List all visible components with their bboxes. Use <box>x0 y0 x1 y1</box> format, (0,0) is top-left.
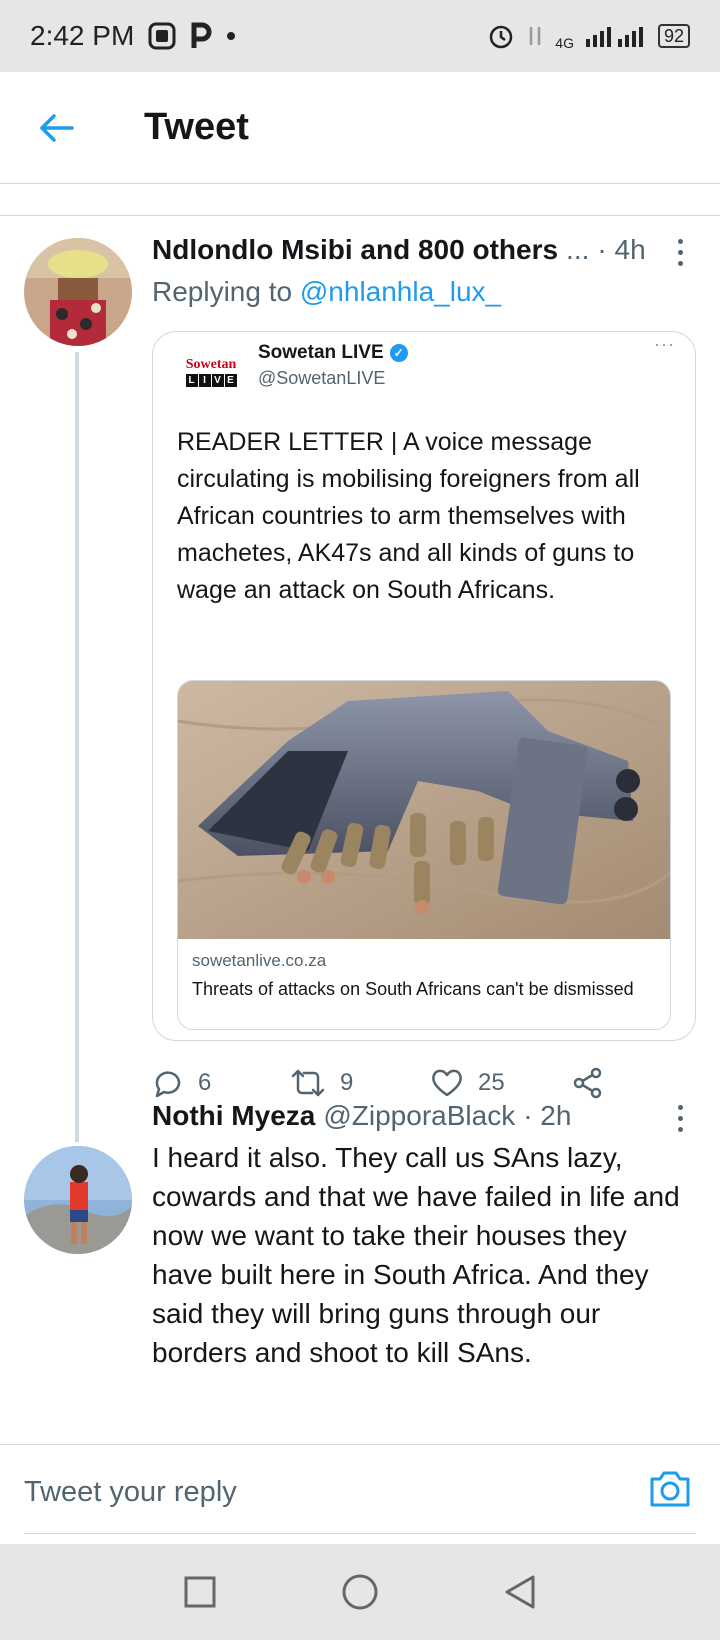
link-preview-image <box>178 681 670 939</box>
quoted-tweet-text: READER LETTER | A voice message circulat… <box>177 428 640 604</box>
reply-count: 6 <box>198 1069 212 1096</box>
tweet-text: I heard it also. They call us SAns lazy,… <box>152 1142 680 1368</box>
back-button[interactable] <box>26 98 86 158</box>
home-button[interactable] <box>338 1570 382 1614</box>
quoted-tweet-card[interactable]: Sowetan LIVE Sowetan LIVE ✓ @SowetanLIVE… <box>152 331 696 1041</box>
gallery-notification-icon <box>148 22 176 50</box>
like-count: 25 <box>478 1069 505 1096</box>
battery-indicator: 92 <box>657 24 690 48</box>
avatar[interactable] <box>24 1146 132 1254</box>
p-notification-icon <box>190 22 212 50</box>
camera-icon <box>650 1471 690 1507</box>
quoted-author-handle: @SowetanLIVE <box>258 368 386 388</box>
status-bar: 2:42 PM 4G 92 <box>0 0 720 72</box>
thread-connector <box>75 352 79 1142</box>
more-dots-icon <box>677 1104 683 1110</box>
avatar[interactable] <box>24 238 132 346</box>
author-handle[interactable]: @ZipporaBlack <box>323 1100 515 1132</box>
replying-to-label: Replying to <box>152 276 293 307</box>
link-domain: sowetanlive.co.za <box>192 951 327 970</box>
link-title: Threats of attacks on South Africans can… <box>192 979 634 999</box>
retweet-count: 9 <box>340 1069 354 1096</box>
heart-icon <box>432 1069 462 1097</box>
share-button[interactable] <box>572 1067 604 1099</box>
compose-underline <box>24 1533 696 1534</box>
alarm-icon <box>487 22 515 50</box>
name-ellipsis: ... <box>566 234 590 265</box>
reply-compose-bar <box>0 1444 720 1544</box>
status-time: 2:42 PM <box>30 20 135 51</box>
page-title: Tweet <box>144 106 249 148</box>
author-name[interactable]: Ndlondlo Msibi and 800 others <box>152 234 558 266</box>
tweet-header: Nothi Myeza @ZipporaBlack · 2h <box>152 1100 571 1132</box>
author-name[interactable]: Nothi Myeza <box>152 1100 315 1132</box>
top-app-bar: Tweet <box>0 72 720 184</box>
data-transfer-icon <box>527 23 543 49</box>
more-options-button[interactable] <box>670 232 690 272</box>
quoted-more-icon[interactable]: ··· <box>654 334 675 355</box>
dot-icon <box>226 31 236 41</box>
triangle-back-icon <box>505 1575 535 1609</box>
reply-button[interactable]: 6 <box>152 1067 290 1099</box>
tweet-time: · 2h <box>523 1100 572 1131</box>
square-icon <box>184 1576 216 1608</box>
retweet-button[interactable]: 9 <box>290 1067 430 1099</box>
back-nav-button[interactable] <box>498 1570 542 1614</box>
section-divider <box>0 184 720 216</box>
retweet-icon <box>291 1069 325 1097</box>
sowetan-logo: Sowetan LIVE <box>175 346 247 398</box>
link-preview-card[interactable]: sowetanlive.co.za Threats of attacks on … <box>177 680 671 1030</box>
tweet-time: · 4h <box>597 234 646 265</box>
recents-button[interactable] <box>178 1570 222 1614</box>
verified-badge-icon: ✓ <box>389 344 408 362</box>
reply-input[interactable] <box>24 1467 624 1517</box>
network-type: 4G <box>555 35 574 51</box>
reply-icon <box>155 1071 181 1098</box>
back-arrow-icon <box>40 113 74 142</box>
more-dots-icon <box>677 238 683 244</box>
more-options-button[interactable] <box>670 1098 690 1138</box>
quoted-author-name: Sowetan LIVE ✓ <box>258 342 408 364</box>
replying-to-handle[interactable]: @nhlanhla_lux_ <box>300 276 501 307</box>
tweet-header: Ndlondlo Msibi and 800 others ... · 4h <box>152 234 646 266</box>
signal-icon <box>585 25 646 47</box>
circle-icon <box>342 1574 378 1610</box>
tweet-actions: 6 9 25 <box>152 1061 672 1105</box>
share-icon <box>573 1067 602 1099</box>
like-button[interactable]: 25 <box>430 1067 572 1099</box>
camera-button[interactable] <box>646 1465 694 1513</box>
system-navigation-bar <box>0 1544 720 1640</box>
replying-to-line: Replying to @nhlanhla_lux_ <box>152 276 501 308</box>
